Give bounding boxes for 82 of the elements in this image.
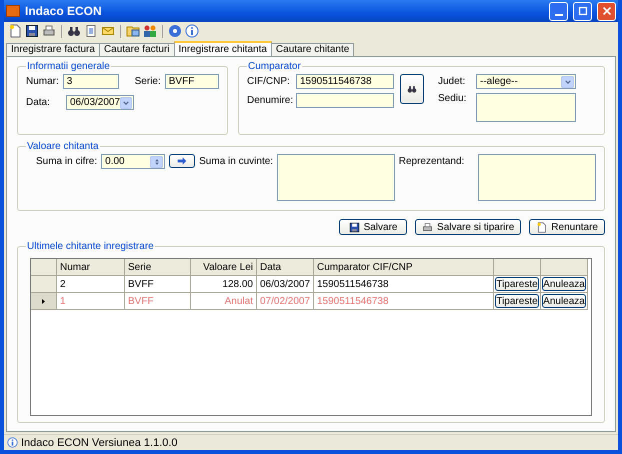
input-field[interactable] xyxy=(296,93,394,108)
field-label: CIF/CNP: xyxy=(247,76,291,87)
printer-icon[interactable] xyxy=(42,24,56,38)
date-picker[interactable]: 06/03/2007 xyxy=(66,95,134,110)
table-cell: 1590511546738 xyxy=(314,276,494,293)
table-cell: 1 xyxy=(57,293,125,310)
row-button[interactable]: Tipareste xyxy=(495,277,539,291)
info-icon xyxy=(7,437,18,448)
minimize-button[interactable] xyxy=(549,2,568,20)
app-icon xyxy=(6,5,20,17)
input-field[interactable]: 1590511546738 xyxy=(296,74,394,89)
envelope-icon[interactable] xyxy=(101,24,115,38)
status-text: Indaco ECON Versiunea 1.1.0.0 xyxy=(21,436,178,448)
action-button[interactable]: Salvare xyxy=(339,219,408,235)
group-title: Ultimele chitante inregistrare xyxy=(26,241,155,252)
maximize-icon xyxy=(576,5,588,17)
convert-button[interactable] xyxy=(169,154,196,168)
action-button[interactable]: Renuntare xyxy=(529,219,605,235)
close-button[interactable] xyxy=(597,2,616,20)
text-area[interactable] xyxy=(277,154,395,201)
field-label: Suma in cuvinte: xyxy=(199,156,274,167)
column-header[interactable]: Numar xyxy=(57,259,125,276)
field-label: Data: xyxy=(26,97,51,108)
save-icon[interactable] xyxy=(25,24,39,38)
window-title: Indaco ECON xyxy=(25,4,103,18)
field-label: Judet: xyxy=(438,76,466,87)
input-field[interactable]: 3 xyxy=(62,74,119,89)
field-label: Serie: xyxy=(134,76,161,87)
field-value: --alege-- xyxy=(480,76,518,87)
text-area[interactable] xyxy=(478,154,596,201)
column-header[interactable]: Valoare Lei xyxy=(191,259,257,276)
folder-icon[interactable] xyxy=(126,24,140,38)
group-title: Informatii generale xyxy=(26,61,111,72)
minimize-icon xyxy=(554,14,562,16)
text-area[interactable] xyxy=(476,93,576,122)
new-document-icon[interactable] xyxy=(8,24,22,38)
tab[interactable]: Cautare facturi xyxy=(98,43,175,56)
table-cell: 1590511546738 xyxy=(314,293,494,310)
tab[interactable]: Cautare chitante xyxy=(270,43,354,56)
current-row-icon xyxy=(40,298,47,304)
tab[interactable]: Inregistrare chitanta xyxy=(174,41,272,56)
group-title: Cumparator xyxy=(247,61,302,72)
field-label: Numar: xyxy=(26,76,59,87)
binoculars-icon xyxy=(407,83,417,95)
number-spinner[interactable]: 0.00 xyxy=(101,154,166,169)
column-header[interactable]: Serie xyxy=(125,259,191,276)
table-cell: BVFF xyxy=(125,276,191,293)
row-button[interactable]: Tipareste xyxy=(495,294,539,308)
table-cell: 06/03/2007 xyxy=(257,276,314,293)
field-value: 06/03/2007 xyxy=(70,97,120,108)
people-icon[interactable] xyxy=(143,24,157,38)
field-label: Reprezentand: xyxy=(398,156,464,167)
action-button[interactable]: Salvare si tiparire xyxy=(415,219,522,235)
document-icon[interactable] xyxy=(84,24,98,38)
table-cell: 07/02/2007 xyxy=(257,293,314,310)
close-icon xyxy=(600,5,612,17)
table-cell: 2 xyxy=(57,276,125,293)
printer-icon xyxy=(422,222,434,232)
field-label: Sediu: xyxy=(438,93,468,104)
dropdown-field[interactable]: --alege-- xyxy=(476,74,576,89)
column-header[interactable]: Cumparator CIF/CNP xyxy=(314,259,494,276)
group-title: Valoare chitanta xyxy=(26,141,100,152)
spinner-arrows-icon xyxy=(152,156,161,166)
save-icon xyxy=(348,222,360,232)
maximize-button[interactable] xyxy=(573,2,592,20)
table-cell: BVFF xyxy=(125,293,191,310)
table-cell: 128.00 xyxy=(191,276,257,293)
input-field[interactable]: BVFF xyxy=(164,74,219,89)
binoculars-icon[interactable] xyxy=(67,24,81,38)
table-cell: Anulat xyxy=(191,293,257,310)
row-header xyxy=(31,259,57,276)
tab[interactable]: Inregistrare factura xyxy=(6,43,100,56)
row-button[interactable]: Anuleaza xyxy=(542,294,586,308)
info-icon[interactable] xyxy=(185,24,199,38)
column-header[interactable]: Data xyxy=(257,259,314,276)
field-label: Suma in cifre: xyxy=(36,156,98,167)
row-button[interactable]: Anuleaza xyxy=(542,277,586,291)
search-button[interactable] xyxy=(400,74,424,104)
field-label: Denumire: xyxy=(247,95,292,106)
arrow-right-icon xyxy=(176,156,188,166)
field-value: 0.00 xyxy=(105,156,125,167)
document-icon xyxy=(536,222,548,232)
